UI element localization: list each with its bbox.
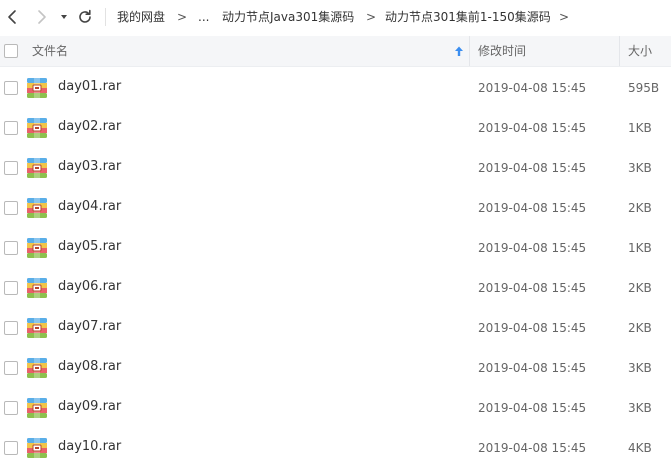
file-size: 3KB <box>628 361 652 375</box>
file-modified-time: 2019-04-08 15:45 <box>478 161 587 175</box>
file-modified-time: 2019-04-08 15:45 <box>478 361 587 375</box>
history-dropdown-button[interactable] <box>57 8 71 26</box>
chevron-left-icon <box>8 10 16 24</box>
file-name: day05.rar <box>58 239 122 254</box>
rar-archive-icon <box>27 438 47 458</box>
row-checkbox[interactable] <box>4 201 18 215</box>
breadcrumb-ellipsis[interactable]: ... <box>198 9 209 25</box>
file-modified-time: 2019-04-08 15:45 <box>478 441 587 455</box>
file-size: 4KB <box>628 441 652 455</box>
breadcrumb-separator: > <box>177 10 188 24</box>
rar-archive-icon <box>27 198 47 218</box>
row-checkbox[interactable] <box>4 321 18 335</box>
file-row[interactable]: day01.rar 2019-04-08 15:45 595B <box>0 67 671 107</box>
rar-archive-icon <box>27 78 47 98</box>
column-divider[interactable] <box>619 36 620 66</box>
breadcrumb-folder-1-150[interactable]: 动力节点301集前1-150集源码 <box>385 9 551 25</box>
file-modified-time: 2019-04-08 15:45 <box>478 401 587 415</box>
select-all-checkbox[interactable] <box>4 44 18 58</box>
breadcrumb-separator: > <box>366 10 377 24</box>
row-checkbox[interactable] <box>4 81 18 95</box>
file-modified-time: 2019-04-08 15:45 <box>478 241 587 255</box>
sort-ascending-icon[interactable] <box>453 45 465 57</box>
file-modified-time: 2019-04-08 15:45 <box>478 81 587 95</box>
file-row[interactable]: day04.rar 2019-04-08 15:45 2KB <box>0 187 671 227</box>
breadcrumb-folder-java301[interactable]: 动力节点Java301集源码 <box>222 9 354 25</box>
forward-button[interactable] <box>32 8 50 26</box>
file-name: day02.rar <box>58 119 122 134</box>
navigation-toolbar: 我的网盘 > ... 动力节点Java301集源码 > 动力节点301集前1-1… <box>0 0 671 36</box>
file-name: day01.rar <box>58 79 122 94</box>
toolbar-divider <box>105 8 106 26</box>
file-name: day07.rar <box>58 319 122 334</box>
file-name: day03.rar <box>58 159 122 174</box>
file-row[interactable]: day10.rar 2019-04-08 15:45 4KB <box>0 427 671 467</box>
file-modified-time: 2019-04-08 15:45 <box>478 121 587 135</box>
file-size: 3KB <box>628 161 652 175</box>
back-button[interactable] <box>4 8 22 26</box>
refresh-icon <box>79 9 91 23</box>
file-modified-time: 2019-04-08 15:45 <box>478 201 587 215</box>
rar-archive-icon <box>27 398 47 418</box>
file-size: 2KB <box>628 281 652 295</box>
file-name: day08.rar <box>58 359 122 374</box>
file-name: day06.rar <box>58 279 122 294</box>
rar-archive-icon <box>27 358 47 378</box>
file-size: 1KB <box>628 241 652 255</box>
row-checkbox[interactable] <box>4 121 18 135</box>
row-checkbox[interactable] <box>4 161 18 175</box>
column-header-name[interactable]: 文件名 <box>32 43 68 59</box>
file-size: 2KB <box>628 321 652 335</box>
file-row[interactable]: day09.rar 2019-04-08 15:45 3KB <box>0 387 671 427</box>
refresh-button[interactable] <box>76 8 94 26</box>
row-checkbox[interactable] <box>4 401 18 415</box>
rar-archive-icon <box>27 238 47 258</box>
row-checkbox[interactable] <box>4 361 18 375</box>
rar-archive-icon <box>27 318 47 338</box>
file-list-header: 文件名 修改时间 大小 <box>0 36 671 67</box>
row-checkbox[interactable] <box>4 241 18 255</box>
column-divider[interactable] <box>469 36 470 66</box>
breadcrumb-separator: > <box>559 10 570 24</box>
file-row[interactable]: day06.rar 2019-04-08 15:45 2KB <box>0 267 671 307</box>
file-row[interactable]: day02.rar 2019-04-08 15:45 1KB <box>0 107 671 147</box>
file-name: day10.rar <box>58 439 122 454</box>
file-row[interactable]: day08.rar 2019-04-08 15:45 3KB <box>0 347 671 387</box>
file-modified-time: 2019-04-08 15:45 <box>478 321 587 335</box>
breadcrumb-root[interactable]: 我的网盘 <box>117 9 165 25</box>
file-size: 595B <box>628 81 660 95</box>
file-row[interactable]: day07.rar 2019-04-08 15:45 2KB <box>0 307 671 347</box>
column-header-modified[interactable]: 修改时间 <box>478 43 526 59</box>
caret-down-icon <box>61 15 67 19</box>
chevron-right-icon <box>38 10 46 24</box>
file-size: 1KB <box>628 121 652 135</box>
row-checkbox[interactable] <box>4 441 18 455</box>
file-modified-time: 2019-04-08 15:45 <box>478 281 587 295</box>
file-name: day04.rar <box>58 199 122 214</box>
file-list: day01.rar 2019-04-08 15:45 595B day02.ra… <box>0 67 671 467</box>
rar-archive-icon <box>27 118 47 138</box>
file-name: day09.rar <box>58 399 122 414</box>
file-size: 2KB <box>628 201 652 215</box>
file-row[interactable]: day03.rar 2019-04-08 15:45 3KB <box>0 147 671 187</box>
row-checkbox[interactable] <box>4 281 18 295</box>
file-size: 3KB <box>628 401 652 415</box>
file-row[interactable]: day05.rar 2019-04-08 15:45 1KB <box>0 227 671 267</box>
rar-archive-icon <box>27 158 47 178</box>
rar-archive-icon <box>27 278 47 298</box>
column-header-size[interactable]: 大小 <box>628 43 652 59</box>
